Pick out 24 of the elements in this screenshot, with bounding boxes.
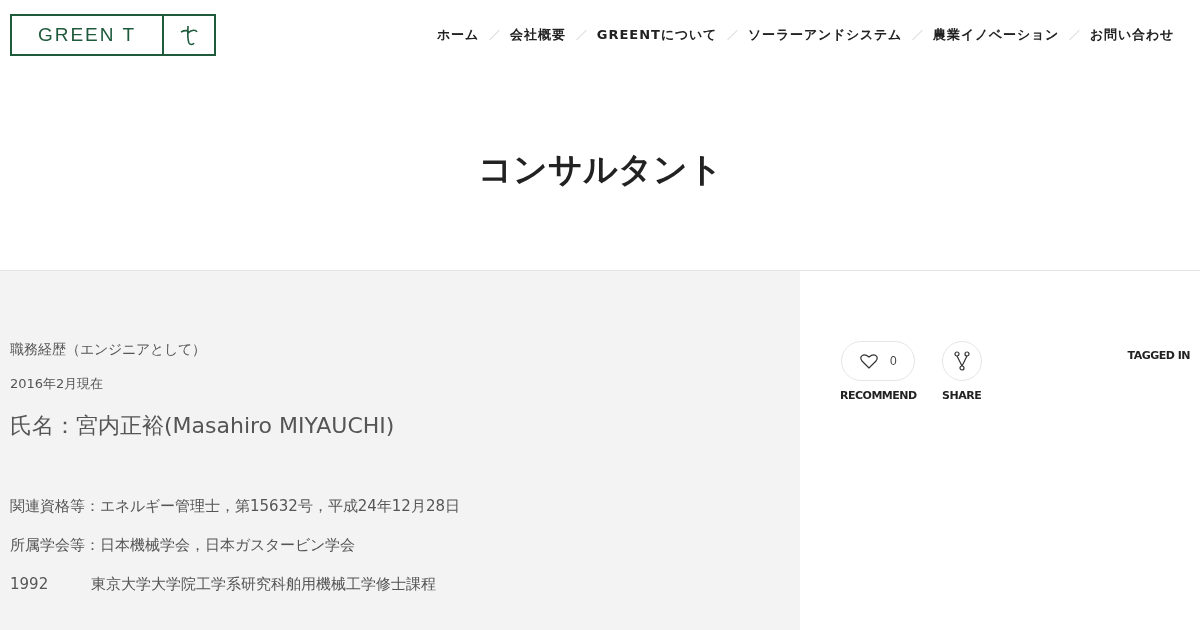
section-heading: 職務経歴（エンジニアとして） [10, 341, 207, 359]
nav-link[interactable]: ソーラーアンドシステム [748, 26, 902, 44]
history-text: 東京大学大学院工学系研究科舶用機械工学修士課程 [91, 575, 436, 594]
date-text: 2016年2月現在 [10, 375, 105, 393]
logo[interactable]: GREEN T [10, 14, 216, 56]
name-heading: 氏名：宮内正裕(Masahiro MIYAUCHI) [10, 412, 396, 440]
heart-icon [860, 353, 878, 369]
nav-link[interactable]: 農業イノベーション [933, 26, 1059, 44]
paragraph: 関連資格等：エネルギー管理士，第15632号，平成24年12月28日 [10, 497, 461, 516]
paragraph: 所属学会等：日本機械学会，日本ガスタービン学会 [10, 536, 356, 555]
share-button[interactable] [941, 341, 982, 381]
recommend-label: RECOMMEND [840, 389, 917, 402]
share-label: SHARE [942, 389, 982, 402]
nav-link[interactable]: GREENTについて [596, 26, 717, 44]
nav-link[interactable]: お問い合わせ [1090, 26, 1174, 44]
nav-link[interactable]: 会社概要 [509, 26, 566, 44]
recommend-button[interactable]: 0 [841, 341, 916, 381]
tagged-label: TAGGED IN [1127, 349, 1190, 364]
sprout-icon [179, 24, 199, 46]
year-text: 1992 [10, 575, 50, 594]
nav-link[interactable]: ホーム [436, 26, 479, 44]
logo-text: GREEN T [12, 16, 164, 54]
page-title: コンサルタント [477, 148, 723, 191]
share-icon [952, 351, 971, 371]
